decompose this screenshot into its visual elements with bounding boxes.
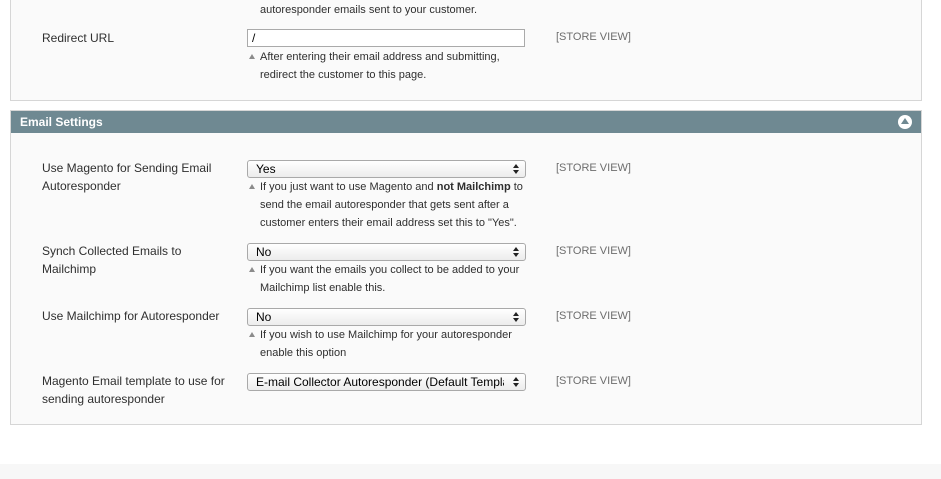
email-template-value: E-mail Collector Autoresponder (Default … — [256, 375, 504, 389]
redirect-url-input[interactable] — [247, 29, 525, 47]
note-arrow-icon — [249, 184, 255, 189]
synch-emails-note-text: If you want the emails you collect to be… — [260, 264, 520, 294]
use-magento-email-select[interactable]: Yes — [247, 160, 526, 178]
general-settings-fieldset: autoresponder emails sent to your custom… — [10, 0, 922, 101]
synch-emails-note: If you want the emails you collect to be… — [247, 261, 532, 297]
use-magento-email-note-text: If you just want to use Magento and not … — [247, 178, 532, 232]
previous-field-note: autoresponder emails sent to your custom… — [247, 1, 532, 19]
select-arrows-icon — [509, 161, 525, 177]
use-mailchimp-autoresponder-label: Use Mailchimp for Autoresponder — [42, 309, 220, 323]
use-magento-email-scope: [STORE VIEW] — [556, 162, 631, 174]
email-template-label: Magento Email template to use for sendin… — [42, 374, 225, 406]
select-arrows-icon — [509, 244, 525, 260]
use-mailchimp-autoresponder-scope: [STORE VIEW] — [556, 310, 631, 322]
note-arrow-icon — [249, 267, 255, 272]
note-arrow-icon — [249, 54, 255, 59]
email-template-scope: [STORE VIEW] — [556, 375, 631, 387]
use-magento-email-value: Yes — [256, 162, 276, 176]
synch-emails-value: No — [256, 245, 272, 259]
email-settings-title: Email Settings — [20, 115, 103, 129]
email-settings-header[interactable]: Email Settings — [11, 111, 921, 133]
page-footer-strip — [0, 464, 941, 479]
email-settings-fieldset: Email Settings Use Magento for Sending E… — [10, 110, 922, 425]
use-magento-email-label: Use Magento for Sending Email Autorespon… — [42, 161, 212, 193]
redirect-url-note-text: After entering their email address and s… — [260, 51, 500, 81]
use-mailchimp-autoresponder-select[interactable]: No — [247, 308, 526, 326]
redirect-url-note: After entering their email address and s… — [247, 48, 532, 84]
note-text-bold: not Mailchimp — [436, 181, 511, 193]
synch-emails-select[interactable]: No — [247, 243, 526, 261]
select-arrows-icon — [509, 374, 525, 390]
redirect-url-label: Redirect URL — [42, 31, 115, 45]
use-mailchimp-autoresponder-note-text: If you wish to use Mailchimp for your au… — [260, 329, 512, 359]
synch-emails-label: Synch Collected Emails to Mailchimp — [42, 244, 182, 276]
note-arrow-icon — [249, 332, 255, 337]
note-text-part: If you just want to use Magento and — [260, 181, 437, 193]
use-mailchimp-autoresponder-note: If you wish to use Mailchimp for your au… — [247, 326, 532, 362]
select-arrows-icon — [509, 309, 525, 325]
redirect-url-scope: [STORE VIEW] — [556, 31, 631, 43]
collapse-up-icon[interactable] — [898, 115, 912, 129]
email-template-select[interactable]: E-mail Collector Autoresponder (Default … — [247, 373, 526, 391]
previous-field-note-text: autoresponder emails sent to your custom… — [260, 4, 478, 16]
use-mailchimp-autoresponder-value: No — [256, 310, 272, 324]
synch-emails-scope: [STORE VIEW] — [556, 245, 631, 257]
use-magento-email-note: If you just want to use Magento and not … — [247, 178, 532, 232]
